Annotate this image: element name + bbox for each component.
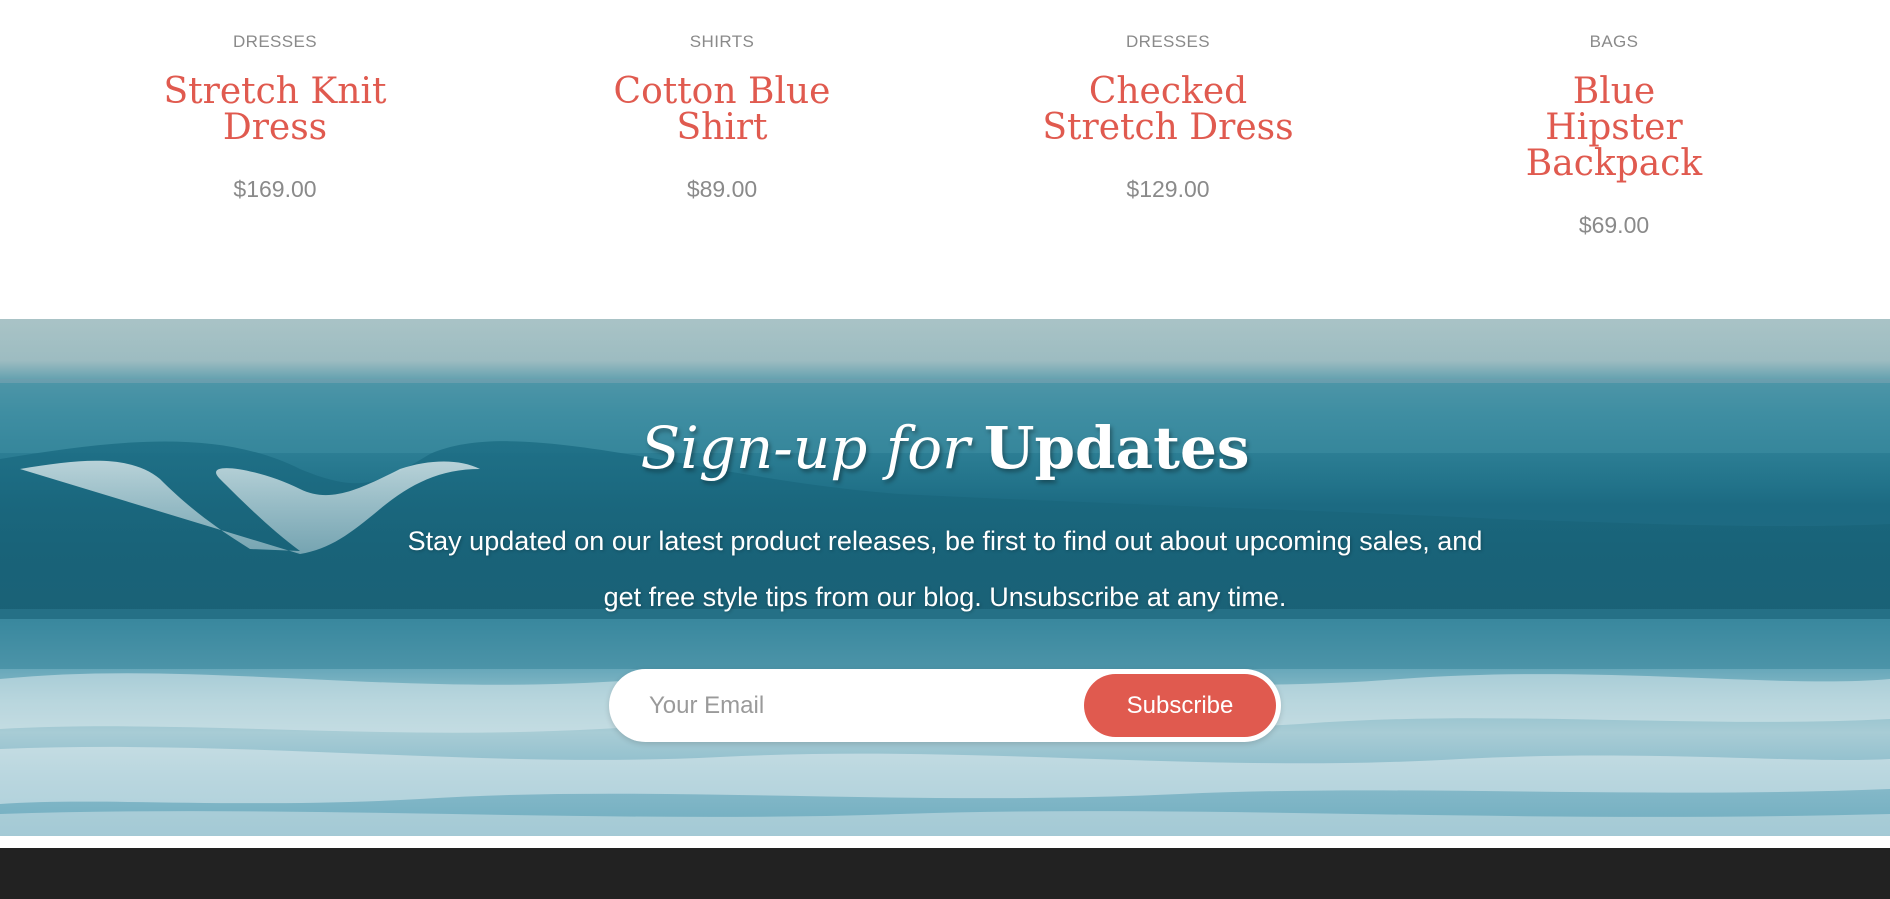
product-price: $129.00: [1126, 176, 1210, 202]
signup-form: Subscribe: [609, 669, 1281, 742]
product-card[interactable]: BAGS Blue Hipster Backpack $69.00: [1391, 32, 1837, 238]
signup-heading: Sign-up for Updates: [0, 413, 1890, 483]
product-name[interactable]: Stretch Knit Dress: [125, 74, 425, 146]
product-card[interactable]: DRESSES Checked Stretch Dress $129.00: [945, 32, 1391, 202]
footer: [0, 848, 1890, 899]
product-name[interactable]: Checked Stretch Dress: [1028, 74, 1308, 146]
product-card[interactable]: DRESSES Stretch Knit Dress $169.00: [52, 32, 498, 202]
product-row: DRESSES Stretch Knit Dress $169.00 SHIRT…: [0, 0, 1890, 319]
subscribe-button[interactable]: Subscribe: [1084, 674, 1276, 737]
product-price: $89.00: [686, 176, 758, 202]
product-name[interactable]: Cotton Blue Shirt: [572, 74, 872, 146]
product-name[interactable]: Blue Hipster Backpack: [1499, 74, 1729, 182]
email-input[interactable]: [649, 686, 1069, 726]
newsletter-signup: Sign-up for Updates Stay updated on our l…: [0, 319, 1890, 836]
product-category[interactable]: DRESSES: [945, 32, 1391, 52]
signup-description: Stay updated on our latest product relea…: [407, 526, 1483, 612]
signup-heading-bold: Updates: [983, 414, 1250, 482]
product-category[interactable]: BAGS: [1391, 32, 1837, 52]
product-price: $169.00: [233, 176, 317, 202]
signup-heading-light: Sign-up for: [640, 414, 970, 482]
product-category[interactable]: DRESSES: [52, 32, 498, 52]
section-gap: [0, 836, 1890, 848]
product-price: $69.00: [1578, 212, 1650, 238]
product-card[interactable]: SHIRTS Cotton Blue Shirt $89.00: [499, 32, 945, 202]
product-category[interactable]: SHIRTS: [499, 32, 945, 52]
